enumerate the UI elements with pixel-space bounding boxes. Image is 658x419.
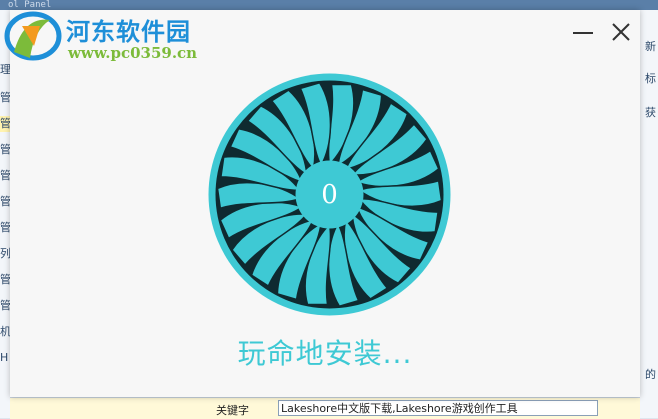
minimize-icon — [573, 32, 593, 34]
bg-right-item: 获 — [645, 106, 656, 119]
install-status-label: 玩命地安装... — [237, 337, 413, 370]
bg-nav-item[interactable]: H — [0, 350, 10, 366]
keyword-field[interactable]: Lakeshore中文版下载,Lakeshore游戏创作工具 — [278, 400, 598, 416]
watermark-site-name: 河东软件园 — [66, 18, 191, 46]
bg-nav-item[interactable]: 管 — [0, 272, 10, 288]
bg-nav-item[interactable]: 管 — [0, 168, 10, 184]
bg-nav-item[interactable]: 管 — [0, 142, 10, 158]
progress-percent: 0 — [321, 179, 338, 210]
bg-nav-item[interactable]: 管 — [0, 220, 10, 236]
watermark: 河东软件园 www.pc0359.cn — [0, 0, 210, 70]
install-progress-fan: 0 — [207, 72, 452, 317]
close-icon — [612, 23, 630, 41]
bg-nav-item[interactable]: 机 — [0, 324, 10, 340]
bg-nav-item[interactable]: 管 — [0, 90, 10, 106]
hedong-logo-icon — [4, 11, 62, 61]
keyword-label: 关键字 — [216, 404, 249, 417]
bg-right-item: 标 — [645, 72, 656, 85]
minimize-button[interactable] — [570, 20, 596, 46]
bg-right-item: 新 — [645, 40, 656, 53]
bg-nav-item[interactable]: 管 — [0, 298, 10, 314]
bg-nav-item[interactable]: 管 — [0, 116, 10, 132]
background-right-panel: 新 标 获 的 — [639, 10, 658, 418]
bg-right-item: 的 — [645, 368, 656, 381]
close-button[interactable] — [608, 20, 634, 46]
watermark-site-url: www.pc0359.cn — [68, 44, 198, 62]
bg-nav-item[interactable]: 列 — [0, 246, 10, 262]
bg-nav-item[interactable]: 管 — [0, 194, 10, 210]
